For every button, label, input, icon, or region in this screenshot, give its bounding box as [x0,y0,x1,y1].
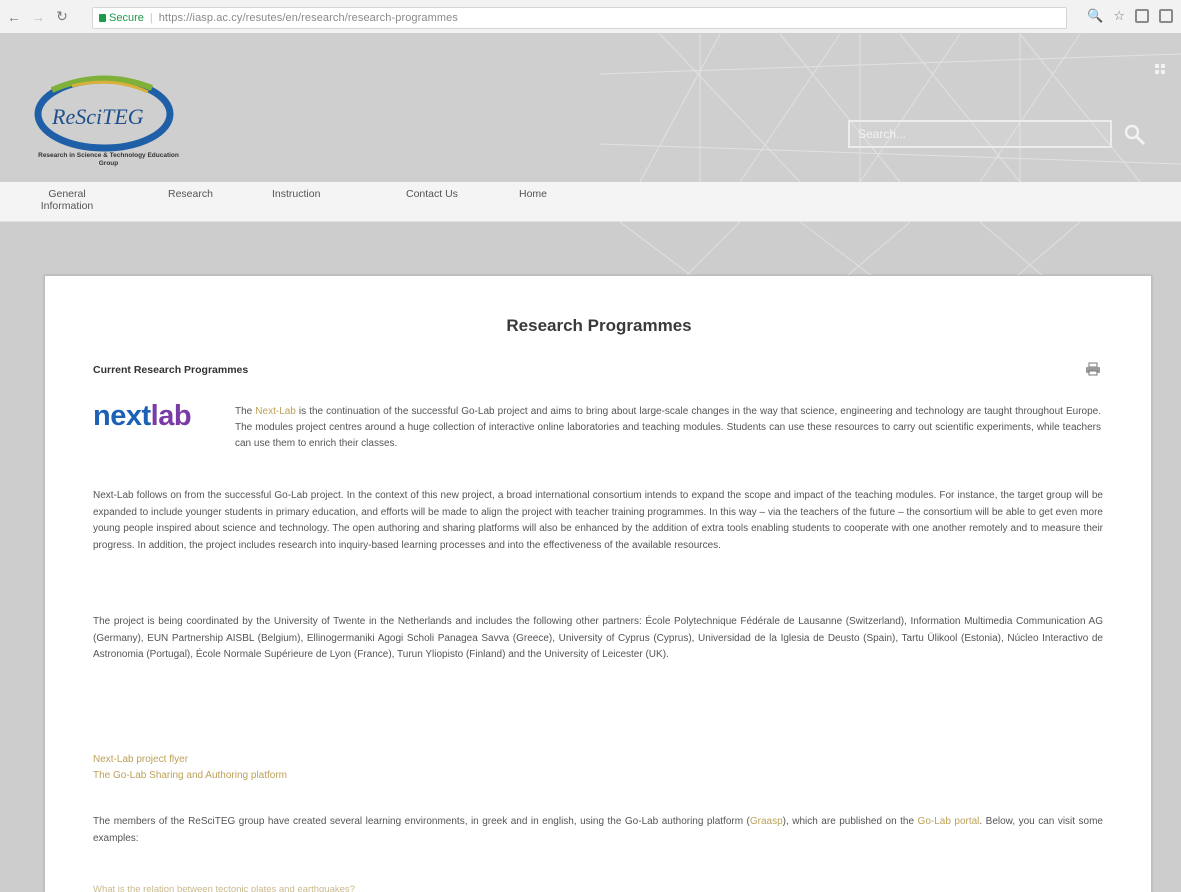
lock-icon [99,14,106,22]
menu-item-research[interactable]: Research [168,188,213,200]
menu-item-instruction[interactable]: Instruction [272,188,320,200]
nextlab-logo-lab: lab [150,400,192,432]
page-title: Research Programmes [506,316,692,335]
logo-caption: Research in Science & Technology Educati… [38,152,179,167]
intro-text-start: The [235,406,256,417]
content-decoration [619,222,1081,282]
reload-icon[interactable]: ↻ [52,7,72,27]
back-icon[interactable]: ← [4,7,24,27]
svg-text:ReSciTEG: ReSciTEG [51,104,144,129]
paragraph-partners: The project is being coordinated by the … [93,616,1103,660]
paragraph-learning-environments: The members of the ReSciTEG group have c… [93,814,1103,847]
next-lab-link[interactable]: Next-Lab [255,406,296,417]
forward-icon[interactable]: → [28,7,48,27]
url-text[interactable]: https://iasp.ac.cy/resutes/en/research/r… [159,12,458,24]
example-link[interactable]: What is the relation between tectonic pl… [93,884,355,892]
main-menu: General Information Research Instruction… [0,182,1181,222]
para3-text-mid: ), which are published on the [782,816,918,827]
browser-toolbar: ← → ↻ Secure | https://iasp.ac.cy/resute… [0,0,1181,34]
nextlab-logo-next: next [93,400,151,432]
address-bar[interactable]: Secure | https://iasp.ac.cy/resutes/en/r… [92,7,1067,29]
content-card: Research Programmes Current Research Pro… [44,275,1152,892]
graasp-link[interactable]: Graasp [750,816,783,827]
para3-text-start: The members of the ReSciTEG group have c… [93,816,750,827]
header-decoration [600,34,1181,182]
secure-label: Secure [109,12,144,24]
go-lab-portal-link[interactable]: Go-Lab portal [918,816,980,827]
project-flyer-link[interactable]: Next-Lab project flyer [93,752,287,768]
zoom-icon[interactable]: 🔍 [1087,8,1103,24]
menu-item-general-information[interactable]: General Information [38,188,96,212]
site-header: ReSciTEG Research in Science & Technolog… [0,34,1181,182]
paragraph-next-lab: Next-Lab follows on from the successful … [93,490,1103,551]
separator: | [149,12,153,24]
intro-text-end: is the continuation of the successful Go… [235,406,1102,449]
resource-links: Next-Lab project flyer The Go-Lab Sharin… [93,752,287,784]
search-icon[interactable] [1123,123,1147,147]
extension-icon[interactable] [1135,9,1149,23]
bookmark-star-icon[interactable]: ☆ [1113,8,1125,24]
corner-icon[interactable] [1154,63,1166,75]
authoring-platform-link[interactable]: The Go-Lab Sharing and Authoring platfor… [93,768,287,784]
search-input[interactable] [848,120,1112,148]
secure-indicator[interactable]: Secure [99,12,144,24]
menu-item-contact-us[interactable]: Contact Us [406,188,458,200]
menu-icon[interactable] [1159,9,1173,23]
section-heading: Current Research Programmes [93,364,249,376]
print-icon[interactable] [1085,362,1101,376]
intro-paragraph: The Next-Lab is the continuation of the … [235,404,1101,452]
nextlab-logo[interactable]: nextlab [93,400,192,433]
menu-item-home[interactable]: Home [519,188,547,200]
